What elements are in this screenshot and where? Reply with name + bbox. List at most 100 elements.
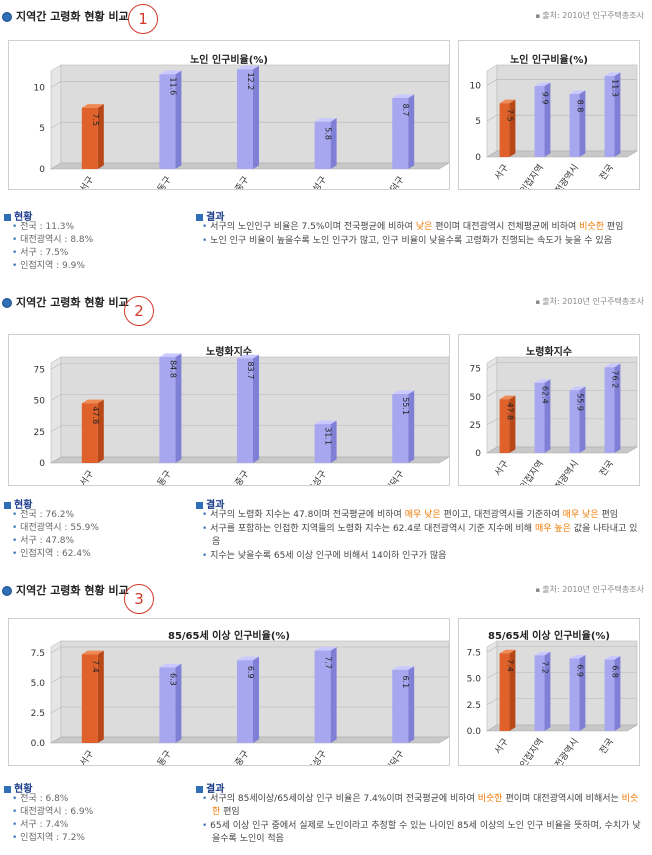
y-tick-label: 5	[39, 124, 45, 134]
result-text: 서구의 85세이상/65세이상 인구 비율은 7.4%이며 전국평균에 비하여	[210, 794, 478, 804]
x-tick-label: 유성구	[306, 748, 329, 765]
result-text: 편임	[220, 807, 240, 817]
result-item: 서구의 노인인구 비율은 7.5%이며 전국평균에 비하여 낮은 편이며 대전광…	[202, 221, 642, 234]
data-label: 8.8	[576, 100, 585, 113]
result-item: 65세 이상 인구 중에서 실제로 노인이라고 추정할 수 있는 나이인 85세…	[202, 820, 642, 846]
data-label: 7.4	[91, 660, 100, 673]
x-tick-label: 대덕구	[383, 174, 406, 189]
status-item: 대전광역시 : 55.9%	[12, 522, 99, 535]
section-3: 지역간 고령화 현황 비교 3 ▪ 출처: 2010년 인구주택총조사 85/65…	[0, 578, 652, 855]
y-tick-label: 10	[470, 81, 482, 91]
status-item: 대전광역시 : 8.8%	[12, 234, 93, 247]
status-list: 전국 : 11.3% 대전광역시 : 8.8% 서구 : 7.5% 인접지역 :…	[12, 221, 93, 273]
x-tick-label: 서구	[78, 468, 97, 485]
y-tick-label: 2.5	[31, 709, 45, 719]
y-tick-label: 5	[475, 117, 481, 127]
chart-comparison: 85/65세 이상 인구비율(%) 0.0 2.5 5.0 7.5 7.4 서구 7.2 인접…	[458, 618, 640, 766]
y-tick-label: 75	[470, 365, 481, 375]
y-tick-label: 50	[34, 397, 46, 407]
result-text: 지수는 낮을수록 65세 이상 인구에 비해서 14이하 인구가 많음	[210, 551, 447, 561]
chart-districts: 노인 인구비율(%) 0 5 10 7.5 서구 11.6 동구 12.2 중구 5.8 유성구 8.…	[8, 40, 450, 190]
result-list: 서구의 노령화 지수는 47.8이며 전국평균에 비하여 매우 낮은 편이고, …	[202, 509, 642, 564]
result-item: 서구를 포함하는 인접한 지역들의 노령화 지수는 62.4로 대전광역시 기준…	[202, 523, 642, 549]
chart-side-wall	[486, 640, 498, 732]
result-text: 서구를 포함하는 인접한 지역들의 노령화 지수는 62.4로 대전광역시 기준…	[210, 524, 535, 534]
x-tick-label: 인접지역	[517, 162, 546, 189]
y-tick-label: 0	[475, 449, 481, 459]
chart-side-wall	[486, 64, 498, 158]
result-text: 편임	[598, 510, 619, 520]
source-note: ▪ 출처: 2010년 인구주택총조사	[535, 585, 645, 594]
x-tick-label: 대덕구	[383, 468, 406, 485]
x-tick-label: 중구	[233, 174, 252, 189]
result-text: 편이며 대전광역시에 비해서는	[502, 794, 622, 804]
data-label: 47.8	[506, 402, 515, 420]
status-item: 전국 : 11.3%	[12, 221, 93, 234]
result-list: 서구의 85세이상/65세이상 인구 비율은 7.4%이며 전국평균에 비하여 …	[202, 793, 642, 847]
highlight-text: 비슷한	[579, 222, 605, 232]
data-label: 11.3	[611, 79, 620, 97]
y-tick-label: 5.0	[31, 679, 46, 689]
y-tick-label: 0	[39, 459, 45, 469]
x-tick-label: 유성구	[306, 468, 329, 485]
section-number: 3	[124, 584, 154, 614]
data-label: 31.1	[324, 427, 333, 445]
result-text: 편이며 대전광역시 전체평균에 비하여	[432, 222, 580, 232]
data-label: 83.7	[246, 361, 255, 379]
y-tick-label: 0	[475, 153, 481, 163]
x-tick-label: 서구	[492, 736, 511, 756]
data-label: 12.2	[246, 72, 255, 90]
data-label: 11.6	[168, 77, 177, 95]
data-label: 62.4	[541, 386, 550, 404]
chart-side-wall	[50, 356, 62, 464]
data-label: 6.8	[611, 665, 620, 678]
data-label: 6.9	[246, 666, 255, 679]
x-tick-label: 전국	[597, 736, 616, 756]
highlight-text: 낮은	[415, 222, 433, 232]
bar	[314, 118, 337, 169]
bar-chart: 0.0 2.5 5.0 7.5 7.4 서구 7.2 인접지역 6.9 대전광역시 6.8 전국	[467, 640, 639, 765]
result-text: 노인 인구 비율이 높을수록 노인 인구가 많고, 인구 비율이 낮을수록 고령…	[210, 236, 612, 246]
result-text: 서구의 노령화 지수는 47.8이며 전국평균에 비하여	[210, 510, 405, 520]
result-item: 지수는 낮을수록 65세 이상 인구에 비해서 14이하 인구가 많음	[202, 550, 642, 563]
y-tick-label: 75	[34, 365, 45, 375]
data-label: 7.7	[324, 656, 333, 669]
y-tick-label: 50	[470, 393, 482, 403]
status-item: 전국 : 76.2%	[12, 509, 99, 522]
x-tick-label: 전국	[597, 162, 616, 182]
status-item: 서구 : 47.8%	[12, 535, 99, 548]
highlight-text: 매우 높은	[534, 524, 571, 534]
source-note: ▪ 출처: 2010년 인구주택총조사	[535, 297, 645, 306]
x-tick-label: 서구	[78, 174, 97, 189]
x-tick-label: 대전광역시	[547, 736, 581, 765]
x-tick-label: 동구	[155, 174, 174, 189]
data-label: 7.4	[506, 659, 515, 672]
data-label: 7.5	[506, 109, 515, 122]
highlight-text: 매우 낮은	[562, 510, 599, 520]
x-tick-label: 인접지역	[517, 736, 546, 765]
bar-chart: 0.0 2.5 5.0 7.5 7.4 서구 6.3 동구 6.9 중구 7.7 유성구 6.1 대덕구	[31, 640, 449, 765]
x-tick-label: 중구	[233, 748, 252, 765]
status-list: 전국 : 76.2% 대전광역시 : 55.9% 서구 : 47.8% 인접지역…	[12, 509, 99, 561]
x-tick-label: 동구	[155, 748, 174, 765]
data-label: 8.7	[401, 104, 410, 117]
status-list: 전국 : 6.8% 대전광역시 : 6.9% 서구 : 7.4% 인접지역 : …	[12, 793, 93, 845]
chart-comparison: 노령화지수 0 25 50 75 47.8 서구 62.4 인접지역 55.9 대전광역시 76.2…	[458, 334, 640, 486]
section-title: 지역간 고령화 현황 비교	[2, 294, 129, 310]
data-label: 7.2	[541, 661, 550, 674]
y-tick-label: 0	[39, 165, 45, 175]
result-text: 편임	[604, 222, 624, 232]
section-number: 2	[124, 296, 154, 326]
data-label: 84.8	[168, 360, 177, 378]
section-title: 지역간 고령화 현황 비교	[2, 582, 129, 598]
bar-chart: 0 25 50 75 47.8 서구 62.4 인접지역 55.9 대전광역시 76.2 전국	[470, 356, 639, 485]
data-label: 55.9	[576, 393, 585, 411]
result-list: 서구의 노인인구 비율은 7.5%이며 전국평균에 비하여 낮은 편이며 대전광…	[202, 221, 642, 249]
chart-districts: 85/65세 이상 인구비율(%) 0.0 2.5 5.0 7.5 7.4 서구 6.3 동구…	[8, 618, 450, 766]
highlight-text: 매우 낮은	[404, 510, 441, 520]
result-item: 서구의 85세이상/65세이상 인구 비율은 7.4%이며 전국평균에 비하여 …	[202, 793, 642, 819]
highlight-text: 비슷한	[477, 794, 503, 804]
y-tick-label: 7.5	[467, 648, 481, 658]
status-item: 서구 : 7.4%	[12, 819, 93, 832]
data-label: 76.2	[611, 370, 620, 388]
